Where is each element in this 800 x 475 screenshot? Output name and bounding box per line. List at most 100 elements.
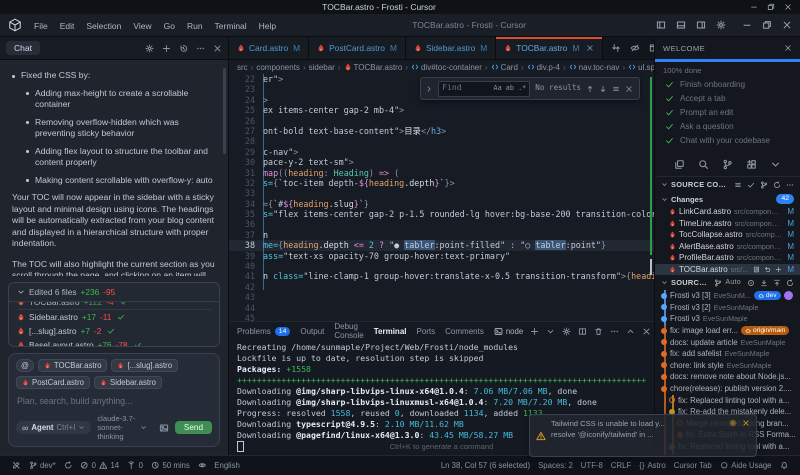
chevron-up-icon[interactable] [626,327,635,336]
eye-off-icon[interactable] [630,43,640,53]
status-item[interactable]: Aide Usage [716,461,776,470]
chat-input[interactable]: Plan, search, build anything... [16,394,212,414]
status-item[interactable]: dev* [25,461,60,470]
gear-icon[interactable] [729,419,737,427]
menu-file[interactable]: File [28,18,54,34]
extensions-icon[interactable] [746,159,757,170]
menu-run[interactable]: Run [181,18,209,34]
sync-icon[interactable] [786,279,794,287]
status-item[interactable]: UTF-8 [577,461,607,470]
breadcrumb-item[interactable]: ul.space... [628,63,654,72]
branch-icon[interactable] [722,159,733,170]
menu-selection[interactable]: Selection [80,18,127,34]
status-item[interactable]: 0 [123,461,147,470]
welcome-checklist-item[interactable]: Accept a tab [655,91,800,105]
history-icon[interactable] [179,44,188,53]
chat-scrollbar[interactable] [223,68,226,154]
plus-icon[interactable] [162,44,171,53]
edited-file-row[interactable]: TOCBar.astro+122-4 [17,302,211,310]
target-icon[interactable] [747,279,755,287]
sync-icon[interactable] [773,181,781,189]
layout-left-icon[interactable] [656,20,666,30]
tab-postcard-astro[interactable]: PostCard.astroM [309,37,406,59]
breadcrumb-item[interactable]: components [256,63,300,72]
find-input[interactable]: Find Aa ab .* [438,81,530,97]
graph-auto-label[interactable]: Auto [725,279,741,286]
context-chip[interactable]: Sidebar.astro [94,376,162,389]
welcome-checklist-item[interactable]: Ask a question [655,119,800,133]
change-row[interactable]: ProfileBar.astrosrc/compone...M [655,252,800,264]
source-control-header[interactable]: SOURCE CONTROL [655,177,800,192]
close-icon[interactable] [625,85,633,93]
breadcrumb-item[interactable]: TOCBar.astro [344,63,403,72]
menu-view[interactable]: View [127,18,157,34]
diff-icon[interactable] [611,43,621,53]
notification-toast[interactable]: Tailwind CSS is unable to load y... reso… [529,414,757,457]
graph-commit-row[interactable]: fix: Replaced linting tool with a... [655,394,800,406]
welcome-checklist-item[interactable]: Finish onboarding [655,77,800,91]
panel-tab-ports[interactable]: Ports [416,322,435,340]
close-button[interactable] [782,20,792,30]
tab-chat[interactable]: Chat [6,41,40,55]
breadcrumb-item[interactable]: Card [491,63,518,72]
gear-icon[interactable] [716,20,726,30]
panel-tab-comments[interactable]: Comments [445,322,484,340]
more-icon[interactable] [786,181,794,189]
status-item[interactable]: Ln 38, Col 57 (6 selected) [437,461,534,470]
graph-commit-row[interactable]: chore: link styleEveSunMaple [655,360,800,372]
split-icon[interactable] [578,327,587,336]
chevron-down-icon[interactable] [770,159,781,170]
plus-icon[interactable] [775,266,782,273]
add-context-button[interactable]: @ [16,359,34,372]
upload-icon[interactable] [773,279,781,287]
close-button[interactable] [784,3,792,11]
status-item[interactable] [60,461,77,470]
go-file-icon[interactable] [753,266,760,273]
gear-icon[interactable] [562,327,571,336]
status-item[interactable] [194,461,211,470]
terminal-shell-picker[interactable]: node [494,327,523,336]
edited-file-row[interactable]: BaseLayout.astro+76-78 [17,338,211,346]
code-editor[interactable]: 22er">2324>25ex items-center gap-2 mb-4"… [229,74,654,321]
status-item[interactable]: 50 mins [147,461,194,470]
download-icon[interactable] [760,279,768,287]
search-icon[interactable] [698,159,709,170]
panel-tab-terminal[interactable]: Terminal [374,322,407,340]
breadcrumb-item[interactable]: nav.toc-nav [569,63,620,72]
welcome-checklist-item[interactable]: Prompt an edit [655,105,800,119]
status-item[interactable] [8,461,25,470]
edited-file-row[interactable]: Sidebar.astro+17-11 [17,310,211,324]
find-options[interactable]: Aa ab .* [494,83,527,93]
layout-right-icon[interactable] [696,20,706,30]
edited-files-header[interactable]: Edited 6 files +236 -95 [9,283,219,302]
more-icon[interactable] [610,327,619,336]
list-icon[interactable] [734,181,742,189]
menu-go[interactable]: Go [158,18,181,34]
close-tab-icon[interactable] [583,44,594,52]
status-item[interactable]: English [210,461,244,470]
change-row[interactable]: TimeLine.astrosrc/componen...M [655,218,800,230]
change-row[interactable]: TocCollapse.astrosrc/compo...M [655,229,800,241]
menu-help[interactable]: Help [253,18,282,34]
change-row[interactable]: LinkCard.astrosrc/componen...M [655,206,800,218]
restore-button[interactable] [762,20,772,30]
change-row[interactable]: TOCBar.astrosrc/...M [655,264,800,276]
graph-commit-row[interactable]: chore(release): publish version 2.... [655,383,800,395]
graph-commit-row[interactable]: Frosti v3 [2]EveSunMaple [655,302,800,314]
breadcrumb-item[interactable]: div.p-4 [527,63,560,72]
more-icon[interactable] [196,44,205,53]
layout-bottom-icon[interactable] [676,20,686,30]
chevron-down-icon[interactable] [546,327,555,336]
close-icon[interactable] [642,327,651,336]
panel-tab-problems[interactable]: Problems14 [237,322,290,340]
check-icon[interactable] [747,181,755,189]
pages-icon[interactable] [674,159,685,170]
context-chip[interactable]: PostCard.astro [16,376,90,389]
graph-commit-row[interactable]: fix: add safelistEveSunMaple [655,348,800,360]
graph-commit-row[interactable]: docs: update articleEveSunMaple [655,336,800,348]
changes-header[interactable]: Changes 42 [655,192,800,206]
graph-commit-row[interactable]: fix: image load err...origin/main [655,325,800,337]
plus-icon[interactable] [530,327,539,336]
breadcrumb-item[interactable]: sidebar [309,63,335,72]
context-chip[interactable]: [...slug].astro [111,359,178,372]
